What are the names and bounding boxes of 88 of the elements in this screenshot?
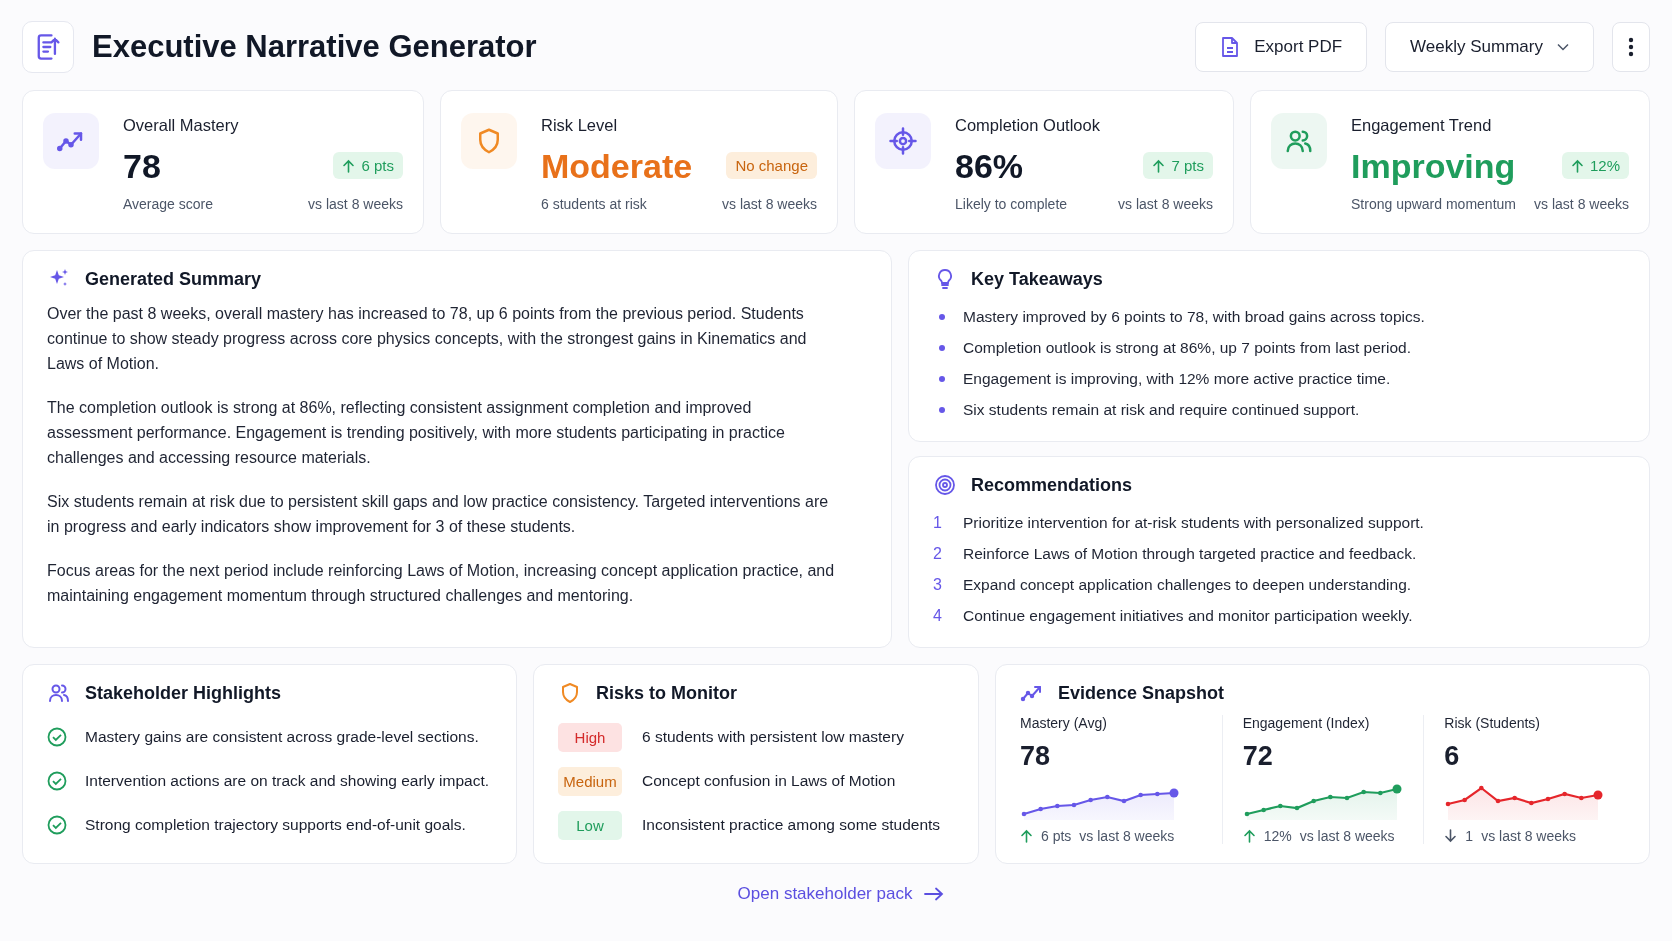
- more-icon: [1628, 37, 1634, 57]
- kpi-caption: 6 students at risk: [541, 196, 648, 212]
- metric-label: Mastery (Avg): [1020, 715, 1108, 731]
- item-number: 1: [933, 513, 943, 532]
- item-number: 4: [933, 606, 943, 625]
- chevron-down-icon: [1557, 43, 1569, 51]
- risk-text: Inconsistent practice among some students: [642, 816, 941, 834]
- check-circle-icon: [47, 727, 67, 747]
- change-text: 7 pts: [1171, 157, 1204, 174]
- section-title: Risks to Monitor: [596, 682, 737, 704]
- change-text: No change: [735, 157, 808, 174]
- recommendation-text: Reinforce Laws of Motion through targeted practice and feedback.: [963, 544, 1417, 563]
- change-text: 12%: [1589, 157, 1620, 174]
- change-text: 6 pts: [361, 157, 394, 174]
- kpi-caption: Likely to complete: [955, 196, 1069, 212]
- arrow-down-icon: [1444, 829, 1458, 843]
- kpi-value: 78: [123, 146, 162, 187]
- crosshair-icon: [888, 126, 918, 156]
- highlight-text: Intervention actions are on track and showing early impact.: [85, 772, 490, 790]
- kpi-label: Engagement Trend: [1351, 116, 1493, 135]
- kpi-label: Risk Level: [541, 116, 619, 135]
- section-title: Evidence Snapshot: [1058, 682, 1225, 704]
- highlight-text: Strong completion trajectory supports end-of-unit goals.: [85, 816, 466, 834]
- takeaway-text: Six students remain at risk and require continued support.: [963, 400, 1360, 419]
- section-title: Generated Summary: [85, 268, 262, 290]
- arrow-up-icon: [1570, 158, 1584, 173]
- kpi-value: 86%: [955, 146, 1025, 187]
- stakeholder-pack-link[interactable]: Open stakeholder pack: [731, 880, 951, 908]
- period-dropdown[interactable]: Weekly Summary: [1385, 22, 1594, 72]
- more-menu-button[interactable]: [1612, 22, 1650, 72]
- arrow-up-icon: [1242, 829, 1256, 843]
- summary-paragraph: Over the past 8 weeks, overall mastery has increased to 78, up 6 points from the previous period. Students continue to show steady progress across core physics concepts, with the strongest gains in Kinematics and Laws of Motion.: [47, 304, 808, 374]
- metric-label: Engagement (Index): [1242, 715, 1371, 731]
- export-pdf-button[interactable]: Export PDF: [1195, 22, 1368, 72]
- bullet-dot: [939, 375, 945, 382]
- check-circle-icon: [47, 815, 67, 835]
- kpi-value: Improving: [1351, 146, 1517, 187]
- bullet-dot: [939, 344, 945, 351]
- comparison-text: vs last 8 weeks: [1079, 828, 1175, 844]
- kpi-caption: Strong upward momentum: [1351, 196, 1517, 212]
- document-icon: [1220, 36, 1241, 58]
- item-number: 2: [933, 544, 943, 563]
- kpi-caption: Average score: [123, 196, 214, 212]
- takeaway-text: Mastery improved by 6 points to 78, with broad gains across topics.: [963, 307, 1425, 326]
- severity-badge: Low: [558, 810, 622, 840]
- check-circle-icon: [47, 771, 67, 791]
- comparison-text: vs last 8 weeks: [1534, 196, 1629, 212]
- summary-paragraph: Focus areas for the next period include reinforcing Laws of Motion, increasing concept application practice, and maintaining engagement momentum through structured challenges and mentoring.: [47, 561, 836, 606]
- metric-value: 72: [1242, 740, 1274, 773]
- arrow-up-icon: [342, 158, 356, 173]
- section-title: Recommendations: [971, 474, 1133, 496]
- bullet-dot: [939, 313, 945, 320]
- severity-badge: High: [558, 722, 622, 752]
- page-title: Executive Narrative Generator: [92, 29, 538, 65]
- risk-text: Concept confusion in Laws of Motion: [642, 772, 896, 790]
- comparison-text: vs last 8 weeks: [308, 196, 403, 212]
- severity-badge: Medium: [558, 766, 622, 796]
- takeaway-text: Engagement is improving, with 12% more active practice time.: [963, 369, 1391, 388]
- recommendation-text: Expand concept application challenges to deepen understanding.: [963, 575, 1412, 594]
- comparison-text: vs last 8 weeks: [1481, 828, 1577, 844]
- takeaway-text: Completion outlook is strong at 86%, up 7 points from last period.: [963, 338, 1412, 357]
- highlight-text: Mastery gains are consistent across grade-level sections.: [85, 728, 479, 746]
- item-number: 3: [933, 575, 943, 594]
- arrow-up-icon: [1020, 829, 1033, 843]
- recommendation-text: Continue engagement initiatives and monitor participation weekly.: [963, 606, 1413, 625]
- document-logo-icon: [22, 21, 74, 73]
- arrow-up-icon: [1152, 158, 1166, 173]
- comparison-text: vs last 8 weeks: [1299, 828, 1395, 844]
- metric-value: 78: [1020, 740, 1052, 773]
- comparison-text: vs last 8 weeks: [1118, 196, 1213, 212]
- recommendation-text: Prioritize intervention for at-risk students with personalized support.: [963, 513, 1424, 532]
- arrow-right-icon: [924, 887, 945, 901]
- kpi-value: Moderate: [541, 146, 694, 187]
- metric-value: 6: [1444, 740, 1461, 773]
- kpi-label: Completion Outlook: [955, 116, 1101, 135]
- comparison-text: vs last 8 weeks: [722, 196, 817, 212]
- change-text: 1: [1465, 828, 1474, 844]
- change-text: 6 pts: [1041, 828, 1072, 844]
- summary-paragraph: The completion outlook is strong at 86%, reflecting consistent assignment completion and improved assessment performance. Engagement is trending positively, with more students participating in practice challenges and accessing resource materials.: [47, 398, 786, 468]
- kpi-label: Overall Mastery: [123, 116, 240, 135]
- change-text: 12%: [1263, 828, 1292, 844]
- section-title: Stakeholder Highlights: [85, 682, 282, 704]
- risk-text: 6 students with persistent low mastery: [642, 728, 904, 746]
- bullet-dot: [939, 406, 945, 413]
- target-icon: [933, 473, 957, 497]
- summary-paragraph: Six students remain at risk due to persistent skill gaps and low practice consistency. Targeted interventions are in progress and early indicators show improvement for 3 of these students.: [47, 492, 830, 537]
- section-title: Key Takeaways: [971, 268, 1103, 290]
- metric-label: Risk (Students): [1444, 715, 1542, 731]
